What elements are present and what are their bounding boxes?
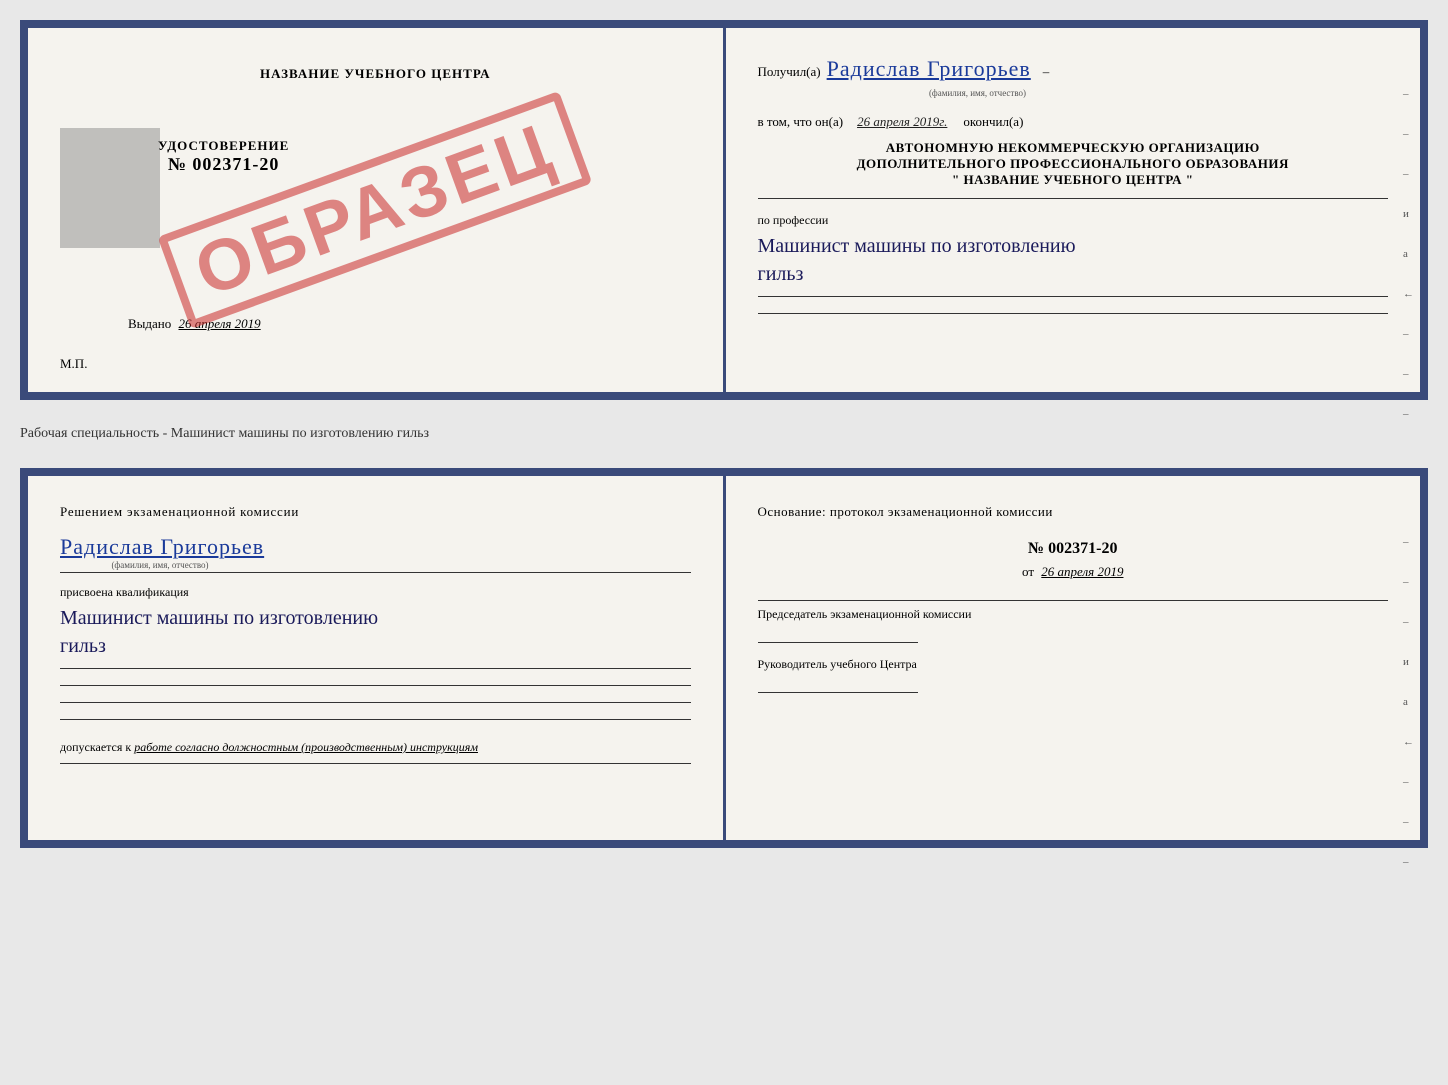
dopuskaetsya-label: допускается к [60,740,131,754]
org-line1: АВТОНОМНУЮ НЕКОММЕРЧЕСКУЮ ОРГАНИЗАЦИЮ [758,140,1389,156]
top-doc-right: – – – и а ← – – – Получил(a) Радислав Гр… [726,28,1421,392]
ot-date-line: от 26 апреля 2019 [758,564,1389,580]
qual-underline-2 [60,685,691,686]
vtom-line: в том, что он(а) 26 апреля 2019г. окончи… [758,114,1389,130]
bottom-right-side-marks: – – – и а ← – – – [1403,536,1414,868]
rukovoditel-sig-line [758,692,918,693]
profession-line1: Машинист машины по изготовлению [758,235,1076,257]
recipient-name-bottom-wrapper: Радислав Григорьев [60,534,691,560]
separator-line-3 [758,313,1389,314]
udostoverenie-number: № 002371-20 [158,154,289,175]
vydano-line: Выдано 26 апреля 2019 [128,316,261,332]
bottom-doc-left: Решением экзаменационной комиссии Радисл… [28,476,726,840]
udostoverenie-block: УДОСТОВЕРЕНИЕ № 002371-20 [158,138,289,175]
ot-date-value: 26 апреля 2019 [1041,564,1123,579]
separator-line-2 [758,296,1389,297]
top-document: НАЗВАНИЕ УЧЕБНОГО ЦЕНТРА УДОСТОВЕРЕНИЕ №… [20,20,1428,400]
qual-underline-3 [60,702,691,703]
dopusk-italic: работе согласно должностным (производств… [134,740,478,754]
top-doc-left: НАЗВАНИЕ УЧЕБНОГО ЦЕНТРА УДОСТОВЕРЕНИЕ №… [28,28,726,392]
profession-value: Машинист машины по изготовлению гильз [758,232,1389,288]
obrazets-stamp: ОБРАЗЕЦ [158,91,593,329]
photo-placeholder [60,128,160,248]
mp-label: М.П. [60,356,87,372]
poluchil-line: Получил(a) Радислав Григорьев – [758,56,1389,82]
top-dash: – [1043,64,1050,80]
org-line3: " НАЗВАНИЕ УЧЕБНОГО ЦЕНТРА " [758,172,1389,188]
dopusk-underline [60,763,691,764]
osnovanie-label: Основание: протокол экзаменационной коми… [758,504,1389,520]
vydano-date: 26 апреля 2019 [179,316,261,331]
okonchil-label: окончил(а) [963,114,1023,130]
rukovoditel-block: Руководитель учебного Центра [758,657,1389,693]
predsedatel-label: Председатель экзаменационной комиссии [758,607,1389,622]
profession-line2: гильз [758,263,804,285]
fio-label-top: (фамилия, имя, отчество) [888,88,1068,98]
name-underline [60,572,691,573]
separator-line-1 [758,198,1389,199]
protocol-number: № 002371-20 [758,540,1389,558]
bottom-document: Решением экзаменационной комиссии Радисл… [20,468,1428,848]
predsedatel-block: Председатель экзаменационной комиссии [758,607,1389,643]
qual-underline-1 [60,668,691,669]
vydano-label: Выдано [128,316,171,331]
dopuskaetsya-line: допускается к работе согласно должностны… [60,740,691,755]
bottom-doc-right: – – – и а ← – – – Основание: протокол эк… [726,476,1421,840]
qual-underline-4 [60,719,691,720]
predsedatel-sig-line [758,642,918,643]
qualification-value: Машинист машины по изготовлению гильз [60,604,691,660]
poluchil-label: Получил(a) [758,64,821,80]
ot-label: от [1022,564,1034,579]
right-side-marks: – – – и а ← – – – [1403,88,1414,420]
page-wrapper: НАЗВАНИЕ УЧЕБНОГО ЦЕНТРА УДОСТОВЕРЕНИЕ №… [20,20,1428,848]
prisvoena-label: присвоена квалификация [60,585,691,600]
resheniem-block: Решением экзаменационной комиссии [60,504,691,520]
rukovoditel-label: Руководитель учебного Центра [758,657,1389,672]
qualification-line1: Машинист машины по изготовлению [60,607,378,629]
vtom-date: 26 апреля 2019г. [857,114,947,130]
org-block: АВТОНОМНУЮ НЕКОММЕРЧЕСКУЮ ОРГАНИЗАЦИЮ ДО… [758,140,1389,188]
recipient-name-bottom: Радислав Григорьев [60,534,264,559]
specialty-label: Рабочая специальность - Машинист машины … [20,418,1428,450]
ot-underline [758,600,1389,601]
org-line2: ДОПОЛНИТЕЛЬНОГО ПРОФЕССИОНАЛЬНОГО ОБРАЗО… [758,156,1389,172]
top-center-name: НАЗВАНИЕ УЧЕБНОГО ЦЕНТРА [60,66,691,82]
vtom-label: в том, что он(а) [758,114,844,130]
recipient-name-top: Радислав Григорьев [827,56,1031,82]
qualification-line2: гильз [60,635,106,657]
profession-block: по профессии Машинист машины по изготовл… [758,213,1389,288]
fio-label-bottom: (фамилия, имя, отчество) [60,560,260,570]
po-professii-label: по профессии [758,213,1389,228]
udostoverenie-title: УДОСТОВЕРЕНИЕ [158,138,289,154]
